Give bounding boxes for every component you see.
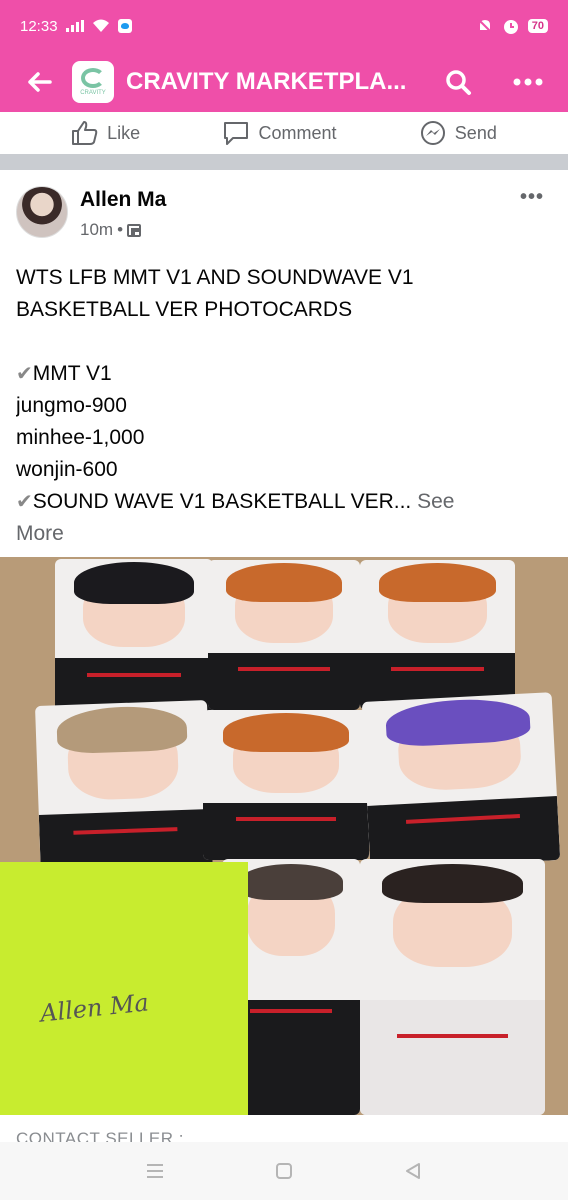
home-icon [275,1163,292,1179]
avatar[interactable] [16,186,68,238]
post-time[interactable]: 10m [80,220,113,240]
post-text-line: jungmo-900 [16,394,127,417]
comment-label: Comment [258,122,337,143]
signal-icon [65,20,84,32]
menu-icon [146,1164,163,1178]
post-menu-button[interactable]: ••• [520,186,544,209]
more-button[interactable] [506,60,550,104]
see-more-link[interactable]: More [16,518,556,550]
status-right: 70 [476,17,548,35]
group-title[interactable]: CRAVITY MARKETPLA... [126,68,426,96]
post-text-line: WTS LFB MMT V1 AND SOUNDWAVE V1 [16,266,414,289]
comment-icon [224,122,249,145]
photocard [360,560,515,710]
caption-peek: CONTACT SELLER : [16,1129,184,1142]
search-icon [446,70,471,95]
photocard [55,559,213,719]
photocard [360,859,545,1115]
status-time: 12:33 [20,17,58,35]
search-button[interactable] [436,60,480,104]
like-icon [72,121,98,145]
mute-icon [477,18,493,34]
post-author[interactable]: Allen Ma [80,188,166,212]
post-text-line: BASKETBALL VER PHOTOCARDS [16,298,353,321]
photocard [34,700,214,881]
twitter-icon [117,19,132,33]
post-text-line: wonjin-600 [16,458,118,481]
post-text-line: ✔SOUND WAVE V1 BASKETBALL VER... See [16,490,455,513]
back-button[interactable] [18,60,62,104]
back-arrow-icon [28,72,52,92]
back-icon [406,1163,421,1179]
group-logo: CRAVITY [72,61,114,103]
feed-divider [0,154,568,170]
post-text-line: minhee-1,000 [16,426,145,449]
group-privacy-icon [127,223,142,237]
handwritten-name: Allen Ma [38,988,151,1028]
system-nav-bar [0,1142,568,1200]
meta-separator: • [117,220,124,239]
recents-button[interactable] [135,1151,175,1191]
send-icon [420,121,445,145]
see-more-link[interactable]: See [417,490,454,513]
sticky-note: Allen Ma [0,862,248,1115]
alarm-icon [503,20,518,34]
comment-button[interactable]: Comment [222,120,337,146]
post-meta: 10m • [80,220,142,240]
more-icon [513,78,543,86]
post-header: Allen Ma 10m • ••• [16,186,552,242]
photocard [361,692,561,870]
back-nav-button[interactable] [393,1151,433,1191]
like-label: Like [107,122,141,143]
wifi-icon [92,19,109,32]
battery-indicator: 70 [527,19,548,33]
status-left: 12:33 [20,18,132,35]
checkmark-icon: ✔ [16,491,33,513]
post-text-line: ✔MMT V1 [16,362,112,385]
checkmark-icon: ✔ [16,363,33,385]
app-bar: CRAVITY CRAVITY MARKETPLA... [0,52,568,112]
send-button[interactable]: Send [419,120,497,146]
post-actions: Like Comment Send [0,112,568,154]
home-button[interactable] [264,1151,304,1191]
photocard [208,560,360,710]
photocard [203,710,369,860]
status-bar: 12:33 70 [0,0,568,52]
send-label: Send [454,122,497,143]
post-text: WTS LFB MMT V1 AND SOUNDWAVE V1 BASKETBA… [16,262,556,550]
post-photo[interactable]: Allen Ma [0,557,568,1115]
like-button[interactable]: Like [71,120,140,146]
